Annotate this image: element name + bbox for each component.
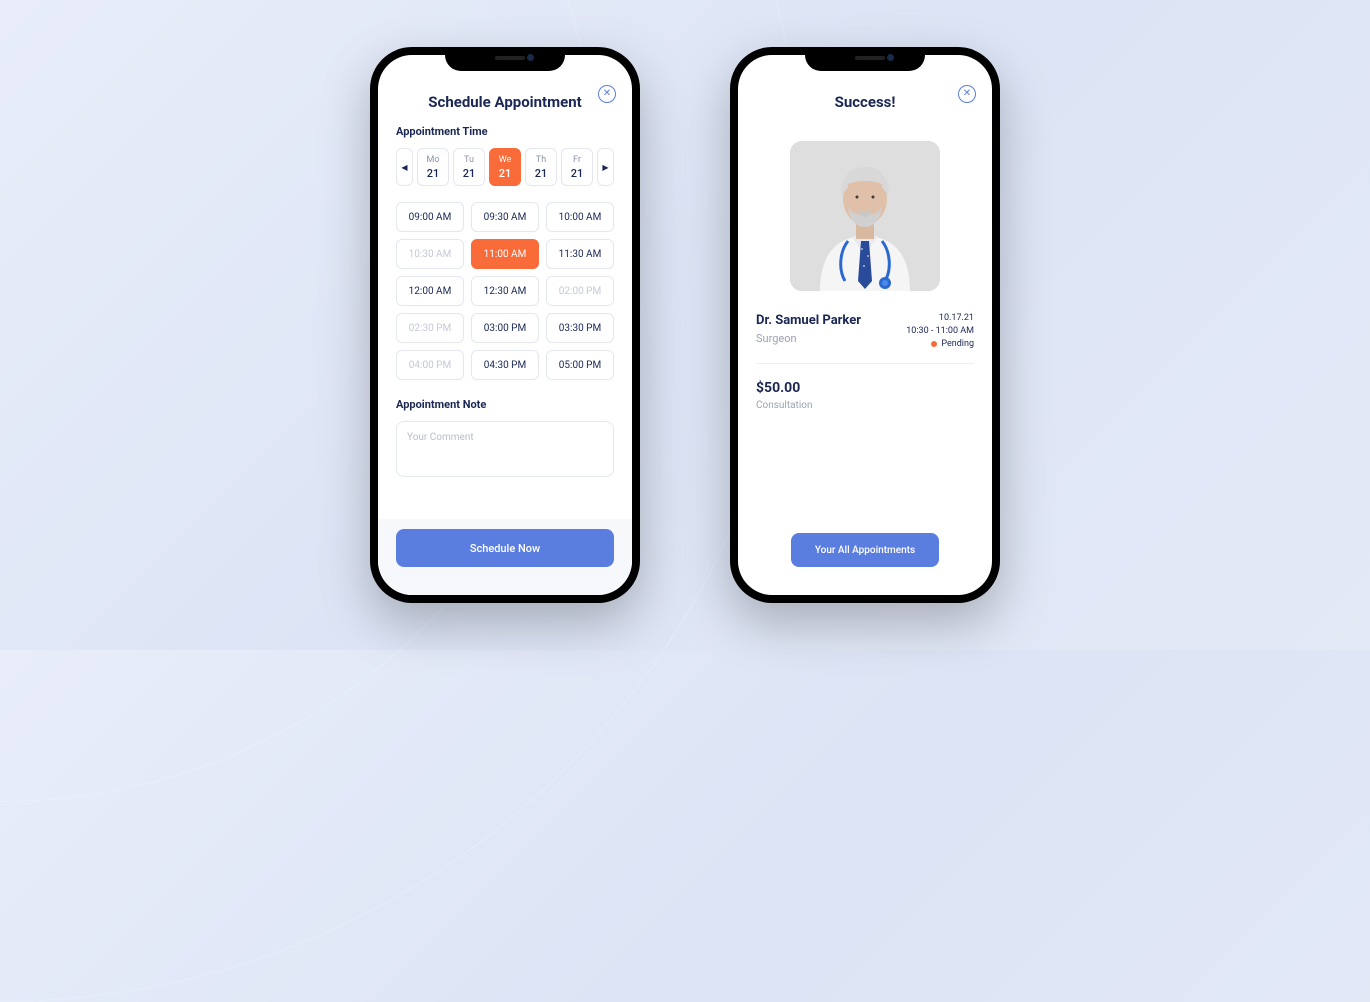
time-slot[interactable]: 09:30 AM bbox=[471, 202, 539, 232]
time-slot[interactable]: 11:00 AM bbox=[471, 239, 539, 269]
device-notch bbox=[805, 47, 925, 71]
phone-schedule: Schedule Appointment ✕ Appointment Time … bbox=[370, 47, 640, 603]
all-appointments-button[interactable]: Your All Appointments bbox=[791, 533, 939, 567]
doctor-name: Dr. Samuel Parker bbox=[756, 313, 861, 328]
day-number: 21 bbox=[427, 167, 440, 180]
time-slot: 04:00 PM bbox=[396, 350, 464, 380]
day-of-week: We bbox=[499, 155, 512, 165]
time-slot[interactable]: 09:00 AM bbox=[396, 202, 464, 232]
divider bbox=[756, 363, 974, 364]
appointment-status: Pending bbox=[906, 339, 974, 349]
day-of-week: Th bbox=[536, 155, 546, 165]
phone-success: Success! ✕ bbox=[730, 47, 1000, 603]
day-number: 21 bbox=[535, 167, 548, 180]
time-slot[interactable]: 05:00 PM bbox=[546, 350, 614, 380]
status-text: Pending bbox=[941, 339, 974, 349]
day-number: 21 bbox=[499, 167, 512, 180]
time-slot[interactable]: 11:30 AM bbox=[546, 239, 614, 269]
appointment-date: 10.17.21 bbox=[906, 313, 974, 323]
time-slot: 02:30 PM bbox=[396, 313, 464, 343]
price-value: $50.00 bbox=[756, 380, 974, 396]
section-label-note: Appointment Note bbox=[396, 398, 614, 411]
appointment-time: 10:30 - 11:00 AM bbox=[906, 326, 974, 336]
time-slot: 02:00 PM bbox=[546, 276, 614, 306]
day-of-week: Tu bbox=[464, 155, 474, 165]
date-cell[interactable]: Fr 21 bbox=[561, 148, 593, 186]
next-day-button[interactable]: ▶ bbox=[597, 148, 614, 186]
doctor-photo bbox=[790, 141, 940, 291]
time-slot[interactable]: 12:00 AM bbox=[396, 276, 464, 306]
day-number: 21 bbox=[463, 167, 476, 180]
page-title: Success! bbox=[756, 93, 974, 111]
close-icon[interactable]: ✕ bbox=[598, 85, 616, 103]
time-slot[interactable]: 04:30 PM bbox=[471, 350, 539, 380]
page-title: Schedule Appointment bbox=[396, 93, 614, 111]
time-slot[interactable]: 03:30 PM bbox=[546, 313, 614, 343]
day-number: 21 bbox=[571, 167, 584, 180]
time-slot[interactable]: 03:00 PM bbox=[471, 313, 539, 343]
appointment-note-input[interactable] bbox=[396, 421, 614, 477]
time-slot[interactable]: 10:00 AM bbox=[546, 202, 614, 232]
date-cell[interactable]: We 21 bbox=[489, 148, 521, 186]
time-slot[interactable]: 12:30 AM bbox=[471, 276, 539, 306]
status-dot-icon bbox=[931, 341, 937, 347]
day-of-week: Fr bbox=[573, 155, 581, 165]
time-slot: 10:30 AM bbox=[396, 239, 464, 269]
day-of-week: Mo bbox=[427, 155, 440, 165]
date-cell[interactable]: Tu 21 bbox=[453, 148, 485, 186]
schedule-now-button[interactable]: Schedule Now bbox=[396, 529, 614, 567]
doctor-role: Surgeon bbox=[756, 332, 861, 345]
prev-day-button[interactable]: ◀ bbox=[396, 148, 413, 186]
close-icon[interactable]: ✕ bbox=[958, 85, 976, 103]
price-label: Consultation bbox=[756, 400, 974, 411]
device-notch bbox=[445, 47, 565, 71]
section-label-time: Appointment Time bbox=[396, 125, 614, 138]
date-cell[interactable]: Th 21 bbox=[525, 148, 557, 186]
date-cell[interactable]: Mo 21 bbox=[417, 148, 449, 186]
